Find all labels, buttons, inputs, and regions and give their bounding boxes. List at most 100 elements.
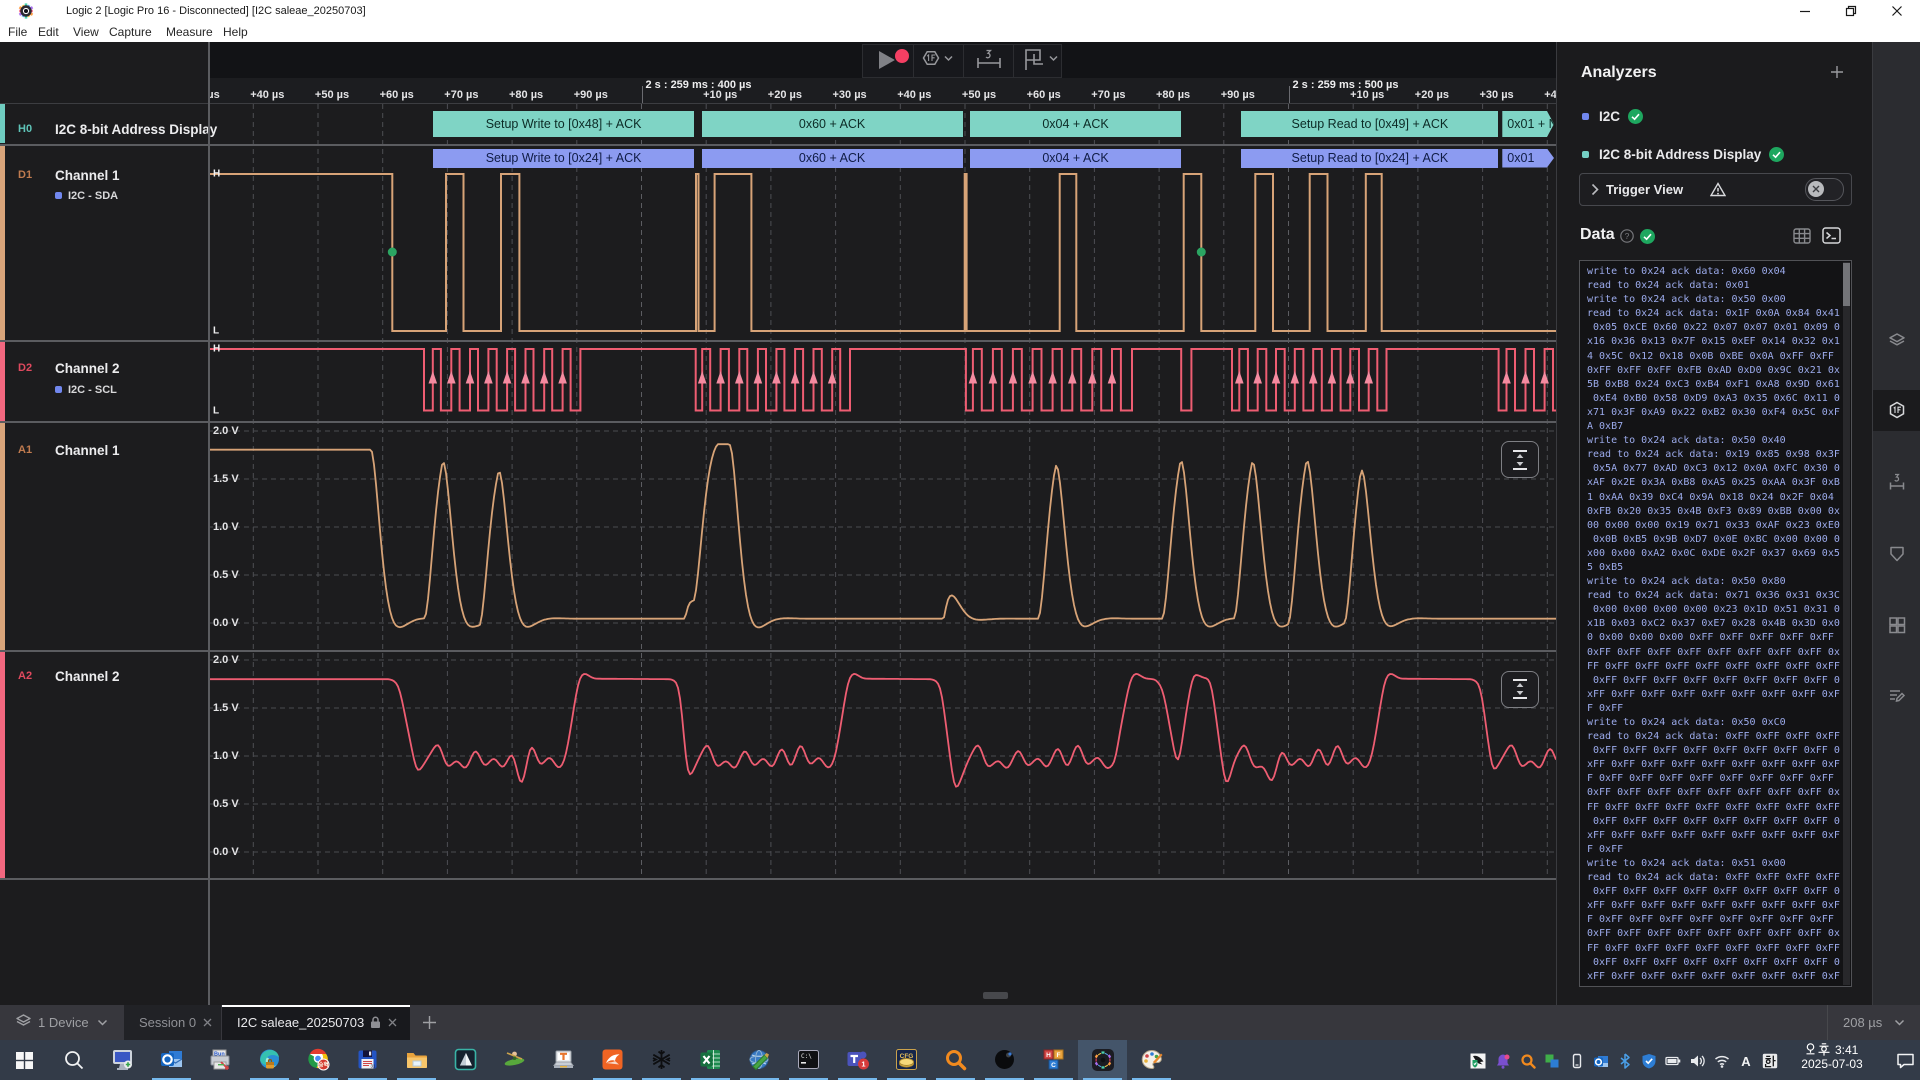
h-scrollbar-thumb[interactable]	[983, 992, 1008, 999]
taskbar-app-snowflake[interactable]	[637, 1040, 686, 1080]
tray-ime-a-icon[interactable]: A	[1737, 1052, 1754, 1069]
taskbar-app-osearch[interactable]	[931, 1040, 980, 1080]
device-chevron-icon[interactable]	[97, 1019, 108, 1027]
taskbar-app-cmd[interactable]: C:\	[784, 1040, 833, 1080]
channel-panel: H0I2C 8-bit Address DisplayD1Channel 1I2…	[0, 42, 208, 1005]
taskbar-app-floppy[interactable]: 31	[343, 1040, 392, 1080]
menu-capture[interactable]: Capture	[109, 25, 152, 39]
help-icon[interactable]: ?	[1620, 229, 1634, 243]
strip-annotations-icon[interactable]	[1887, 544, 1907, 564]
tray-battery-icon[interactable]	[1664, 1052, 1681, 1069]
taskbar-app-logic[interactable]	[1078, 1040, 1127, 1080]
strip-extensions-icon[interactable]	[1887, 615, 1907, 635]
strip-devices-icon[interactable]	[1887, 331, 1907, 351]
tray-speaker-icon[interactable]	[1688, 1052, 1705, 1069]
trigger-toggle[interactable]	[1805, 178, 1844, 201]
strip-analyzers-icon[interactable]	[1887, 400, 1907, 420]
taskbar-app-excel[interactable]	[686, 1040, 735, 1080]
taskbar-app-kayak[interactable]	[490, 1040, 539, 1080]
trigger-view-panel[interactable]: Trigger View	[1579, 173, 1852, 206]
tray-search-orange-icon[interactable]	[1519, 1052, 1536, 1069]
taskbar-app-chrome[interactable]: 승혁	[294, 1040, 343, 1080]
taskbar-app-globe[interactable]	[735, 1040, 784, 1080]
channel-id-d1: D1	[18, 169, 32, 181]
zoom-chevron-icon[interactable]	[1894, 1019, 1905, 1027]
channel-name-d1[interactable]: Channel 1	[55, 168, 120, 183]
menu-edit[interactable]: Edit	[38, 25, 59, 39]
close-tab-icon[interactable]	[388, 1018, 397, 1027]
tab-label: I2C saleae_20250703	[237, 1015, 364, 1030]
logic-icon	[1091, 1048, 1115, 1072]
tray-phone-icon[interactable]	[1568, 1052, 1585, 1069]
taskbar-clock[interactable]: 3:41 2025-07-03	[1776, 1043, 1888, 1077]
action-center-icon[interactable]	[1896, 1052, 1915, 1069]
add-analyzer-button[interactable]	[1830, 65, 1844, 79]
channel-name-a2[interactable]: Channel 2	[55, 669, 120, 684]
taskbar-app-bird[interactable]	[588, 1040, 637, 1080]
taskbar-app-teams[interactable]: 1	[833, 1040, 882, 1080]
tray-shield-green-icon[interactable]	[1469, 1052, 1486, 1069]
hfc-icon: HFC	[1042, 1048, 1066, 1072]
table-view-icon[interactable]	[1793, 228, 1811, 244]
strip-notes-icon[interactable]	[1887, 686, 1907, 706]
data-scrollbar-thumb[interactable]	[1843, 263, 1850, 306]
panel-divider[interactable]	[208, 42, 210, 1005]
terminal-view-icon[interactable]	[1822, 227, 1841, 244]
taskbar-app-sphere[interactable]	[980, 1040, 1029, 1080]
new-tab-button[interactable]	[421, 1014, 438, 1031]
tray-bell-purple-icon[interactable]	[1494, 1052, 1511, 1069]
taskbar-app-printer[interactable]: Bun	[196, 1040, 245, 1080]
taskbar-app-folder[interactable]	[392, 1040, 441, 1080]
strip-measurements-icon[interactable]	[1887, 473, 1907, 493]
expand-chevron-icon[interactable]	[1591, 183, 1599, 196]
fit-vertical-button-a1[interactable]	[1501, 441, 1539, 478]
session-tab-active[interactable]: I2C saleae_20250703	[222, 1005, 410, 1040]
tray-squares-icon[interactable]	[1543, 1052, 1560, 1069]
taskbar-app-tlaptop[interactable]	[539, 1040, 588, 1080]
tray-envelope-icon[interactable]	[1592, 1052, 1609, 1069]
device-count-label[interactable]: 1 Device	[38, 1015, 89, 1030]
start-button[interactable]	[0, 1040, 49, 1080]
data-scrollbar-track[interactable]	[1843, 262, 1850, 985]
taskbar-app-cfg[interactable]: CFG	[882, 1040, 931, 1080]
close-tab-icon[interactable]	[203, 1018, 212, 1027]
tray-defender-icon[interactable]	[1640, 1052, 1657, 1069]
taskbar-app-outlook[interactable]	[147, 1040, 196, 1080]
close-button[interactable]	[1874, 0, 1920, 21]
taskbar-app-monitor[interactable]	[98, 1040, 147, 1080]
zoom-level-label[interactable]: 208 µs	[1843, 1015, 1882, 1030]
tray-wifi-icon[interactable]	[1713, 1052, 1730, 1069]
taskbar-search-button[interactable]	[49, 1040, 98, 1080]
fit-vertical-icon	[1510, 678, 1530, 700]
clock-edge-arrow-icon	[1108, 371, 1117, 384]
menu-view[interactable]: View	[73, 25, 99, 39]
folder-icon	[405, 1048, 429, 1072]
channel-id-d2: D2	[18, 362, 32, 374]
taskbar-app-hfc[interactable]: HFC	[1029, 1040, 1078, 1080]
sphere-icon	[993, 1048, 1017, 1072]
taskbar-app-edge[interactable]	[245, 1040, 294, 1080]
edge-icon	[258, 1048, 282, 1072]
level-label-l: L	[213, 405, 219, 416]
tray-bluetooth-icon[interactable]	[1616, 1052, 1633, 1069]
channel-name-d2[interactable]: Channel 2	[55, 361, 120, 376]
channel-name-a1[interactable]: Channel 1	[55, 443, 120, 458]
menu-measure[interactable]: Measure	[166, 25, 213, 39]
clock-edge-arrow-icon	[1048, 371, 1057, 384]
taskbar-app-triangle[interactable]	[441, 1040, 490, 1080]
menu-help[interactable]: Help	[223, 25, 248, 39]
data-log-panel[interactable]: write to 0x24 ack data: 0x60 0x04 read t…	[1579, 260, 1852, 987]
minimize-button[interactable]	[1782, 0, 1828, 21]
channel-strip-d2	[0, 342, 5, 421]
fit-vertical-button-a2[interactable]	[1501, 671, 1539, 708]
clock-edge-arrow-icon	[1235, 371, 1244, 384]
menu-file[interactable]: File	[8, 25, 27, 39]
restore-button[interactable]	[1828, 0, 1874, 21]
channel-strip-a1	[0, 423, 5, 650]
taskbar-app-palette[interactable]	[1127, 1040, 1176, 1080]
analyzer-item-label[interactable]: I2C	[1599, 109, 1620, 124]
analyzer-item-label[interactable]: I2C 8-bit Address Display	[1599, 147, 1761, 162]
clock-edge-arrow-icon	[1291, 371, 1300, 384]
channel-name-h0[interactable]: I2C 8-bit Address Display	[55, 122, 217, 137]
session-tab[interactable]: Session 0	[124, 1005, 221, 1040]
